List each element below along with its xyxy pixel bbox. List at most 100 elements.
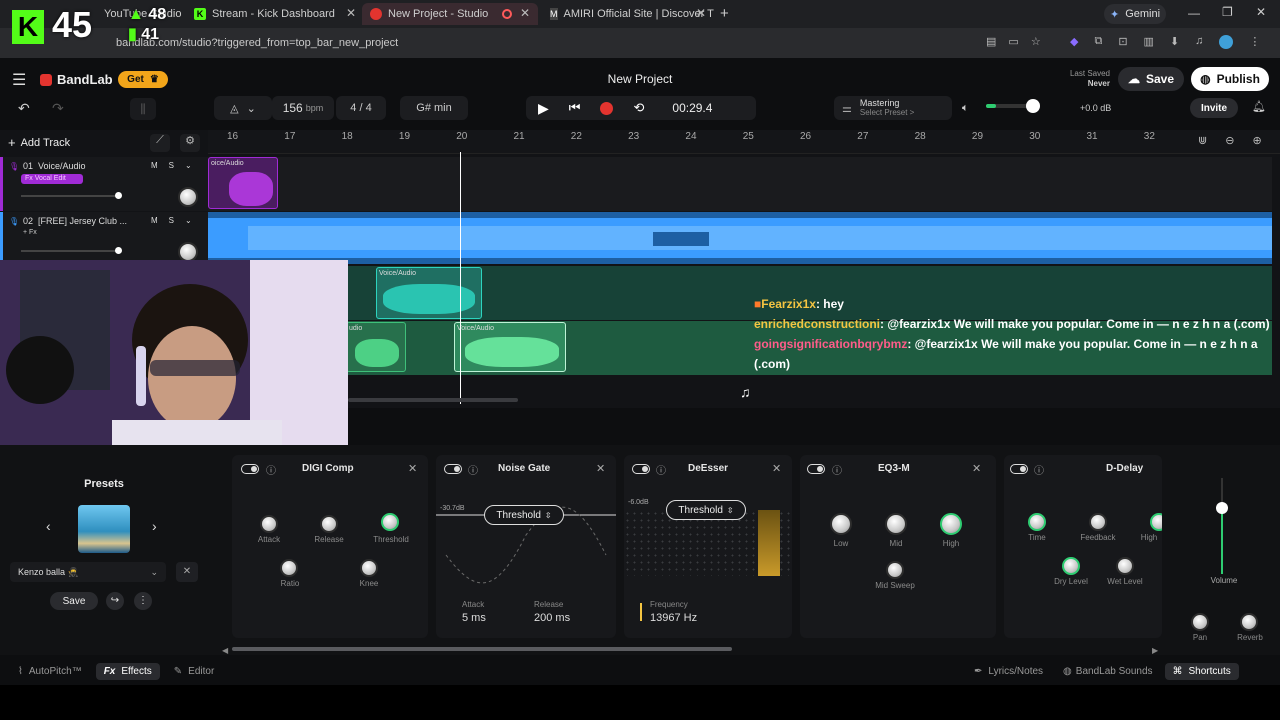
publish-button[interactable]: ◍ Publish [1191,67,1269,91]
share-icon[interactable]: ↪ [106,592,124,610]
threshold-control[interactable]: Threshold ⇳ [484,505,564,525]
fx-power-toggle[interactable] [807,464,825,474]
close-fx-icon[interactable]: ✕ [972,462,981,475]
mixer-icon[interactable]: ⫼ [130,98,156,120]
track-1-pan-knob[interactable] [178,187,198,207]
mid-knob[interactable] [885,513,907,535]
track-2-volume-slider[interactable] [21,247,122,254]
horizontal-scrollbar[interactable] [348,398,518,402]
info-icon[interactable]: ⓘ [468,462,478,477]
save-preset-button[interactable]: Save [50,592,98,610]
threshold-knob[interactable] [381,513,399,531]
fx-power-toggle[interactable] [1010,464,1028,474]
release-value[interactable]: 200 ms [534,612,570,624]
play-icon[interactable]: ▶ [538,100,549,117]
metronome-button[interactable]: ◬ ⌄ [214,96,272,120]
track-2-fx-badge[interactable]: + Fx [23,229,37,236]
close-fx-icon[interactable]: ✕ [772,462,781,475]
fx-power-toggle[interactable] [444,464,462,474]
release-knob[interactable] [320,515,338,533]
fx-scrollbar[interactable] [232,647,732,651]
track-header-1[interactable]: 🎙︎ 01 Voice/Audio M S ⌄ Fx Vocal Edit [0,157,208,211]
high-knob[interactable] [1150,513,1162,531]
fx-power-toggle[interactable] [632,464,650,474]
skip-back-icon[interactable]: ⏮ [569,100,581,116]
time-knob[interactable] [1028,513,1046,531]
solo-button[interactable]: S [169,161,174,170]
key-field[interactable]: G# min [400,96,468,120]
master-volume-slider[interactable] [986,99,1040,113]
close-window-icon[interactable]: ✕ [1256,5,1266,19]
track-1-volume-slider[interactable] [21,192,122,199]
notifications-icon[interactable]: 🔔︎ [1252,100,1266,113]
audio-clip[interactable]: oice/Audio [208,157,278,209]
audio-clip[interactable]: udio [346,322,406,372]
info-icon[interactable]: ⓘ [1034,462,1044,477]
close-tab-icon[interactable]: ✕ [696,6,706,20]
url-field[interactable]: bandlab.com/studio?triggered_from=top_ba… [92,33,972,53]
slider-handle[interactable] [115,192,122,199]
attack-value[interactable]: 5 ms [462,612,486,624]
wet-level-knob[interactable] [1116,557,1134,575]
split-icon[interactable]: ▥ [1144,35,1154,49]
scroll-left-icon[interactable]: ◀ [222,646,228,655]
bandlab-logo[interactable]: BandLab [40,72,113,87]
lane-track-1[interactable] [208,157,1272,211]
close-fx-icon[interactable]: ✕ [596,462,605,475]
bpm-field[interactable]: 156 bpm [272,96,334,120]
close-fx-icon[interactable]: ✕ [408,462,417,475]
low-knob[interactable] [830,513,852,535]
zoom-out-icon[interactable]: ⊖ [1225,134,1234,147]
track-header-2[interactable]: 🎙︎ 02 [FREE] Jersey Club ... M S ⌄ + Fx [0,212,208,262]
scroll-right-icon[interactable]: ▶ [1152,646,1158,655]
screenshot-icon[interactable]: ⊡ [1118,35,1127,49]
loop-icon[interactable]: ⟲ [633,100,644,116]
project-title[interactable]: New Project [540,72,740,86]
channel-volume-slider[interactable] [1210,478,1234,574]
browser-menu-icon[interactable]: ⋮ [1249,35,1260,49]
more-options-icon[interactable]: ⋮ [134,592,152,610]
maximize-icon[interactable]: ❐ [1222,5,1233,19]
media-icon[interactable]: ♫ [1195,35,1203,49]
lane-track-2[interactable] [208,212,1272,264]
slider-handle[interactable] [115,247,122,254]
cast-icon[interactable]: ▭ [1008,35,1018,48]
ratio-knob[interactable] [280,559,298,577]
audio-clip[interactable]: Voice/Audio [376,267,482,319]
next-preset-icon[interactable]: › [152,518,157,534]
automation-icon[interactable]: ⟋ [150,134,170,152]
close-tab-icon[interactable]: ✕ [520,6,530,20]
mute-button[interactable]: M [151,216,158,225]
mastering-button[interactable]: ⚌ Mastering Select Preset > [834,96,952,120]
invite-button[interactable]: Invite [1190,98,1238,118]
tab-amiri[interactable]: M AMIRI Official Site | Discover Th ✕ [542,3,714,25]
track-1-fx-badge[interactable]: Fx Vocal Edit [21,174,83,184]
tab-kick-dashboard[interactable]: K Stream - Kick Dashboard ✕ [186,3,364,25]
mid-sweep-knob[interactable] [886,561,904,579]
bookmark-star-icon[interactable]: ☆ [1031,35,1041,48]
reader-mode-icon[interactable]: ▤ [986,35,996,48]
solo-button[interactable]: S [169,216,174,225]
save-project-button[interactable]: ☁ Save [1118,67,1184,91]
preset-select[interactable]: Kenzo balla 🥷 ⌄ [10,562,166,582]
effects-tab[interactable]: Fx Effects [95,662,160,680]
add-track-button[interactable]: + Add Track [8,135,70,150]
dry-level-knob[interactable] [1062,557,1080,575]
get-membership-button[interactable]: Get ♛ [118,71,168,88]
preset-thumbnail[interactable] [78,505,130,553]
frequency-value[interactable]: 13967 Hz [650,612,697,624]
editor-tab[interactable]: ✎ Editor [166,663,223,680]
download-icon[interactable]: ⬇ [1170,35,1179,49]
lyrics-notes-tab[interactable]: ✒ Lyrics/Notes [966,663,1051,680]
chevron-down-icon[interactable]: ⌄ [185,216,192,225]
attack-knob[interactable] [260,515,278,533]
new-tab-button[interactable]: + [720,5,729,22]
threshold-control[interactable]: Threshold ⇳ [666,500,746,520]
reverb-knob[interactable] [1240,613,1258,631]
track-2-pan-knob[interactable] [178,242,198,262]
autopitch-tab[interactable]: ⌇ AutoPitch™ [10,663,90,680]
prev-preset-icon[interactable]: ‹ [46,518,51,534]
mute-button[interactable]: M [151,161,158,170]
tab-new-project-studio[interactable]: New Project - Studio ✕ [362,3,538,25]
profile-avatar[interactable] [1219,35,1234,49]
